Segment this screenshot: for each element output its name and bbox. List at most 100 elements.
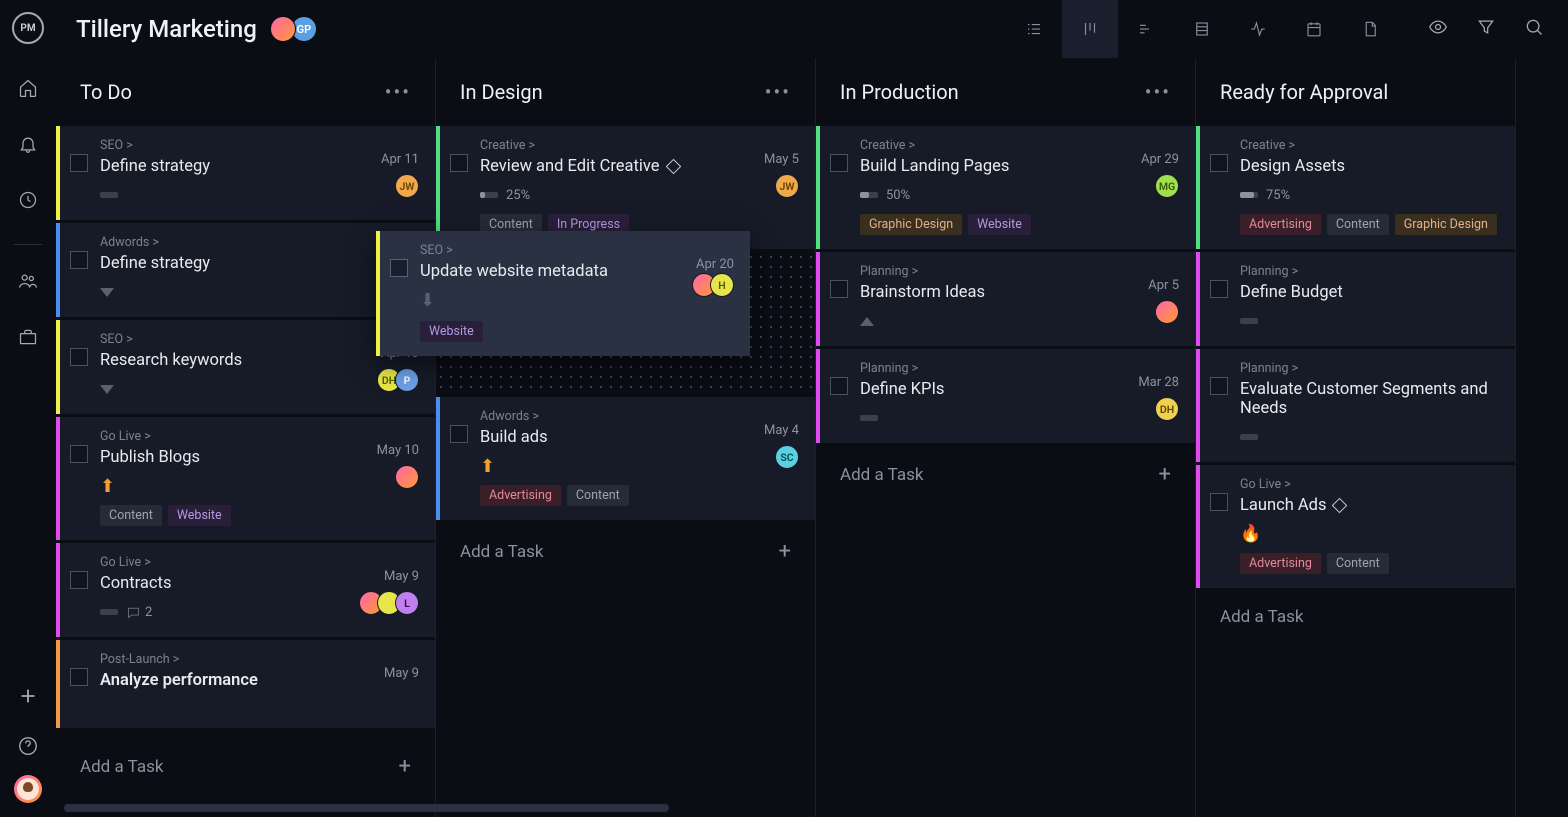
task-card[interactable]: Planning > Define Budget [1196, 252, 1515, 346]
checkbox[interactable] [450, 425, 468, 443]
card-stripe [1196, 465, 1200, 588]
card-title: Research keywords [100, 351, 419, 370]
checkbox[interactable] [390, 259, 408, 277]
assignee-avatar[interactable]: SC [775, 445, 799, 469]
help-icon[interactable] [17, 735, 39, 757]
tag[interactable]: Website [968, 214, 1031, 235]
assignee-avatar[interactable]: H [710, 273, 734, 297]
progress-bar [1240, 192, 1258, 198]
briefcase-icon[interactable] [16, 325, 40, 349]
task-card[interactable]: Go Live > Launch Ads 🔥 Advertising Conte… [1196, 465, 1515, 588]
tag[interactable]: Content [567, 485, 629, 506]
priority-urgent-icon: 🔥 [1240, 524, 1261, 544]
column-body: Creative > Build Landing Pages Apr 29 MG… [816, 126, 1195, 817]
checkbox[interactable] [450, 154, 468, 172]
tag[interactable]: Website [420, 321, 483, 342]
gantt-view-icon[interactable] [1118, 0, 1174, 58]
column-header: In Production ••• [816, 58, 1195, 126]
task-card[interactable]: Planning > Evaluate Customer Segments an… [1196, 349, 1515, 462]
add-task-label: Add a Task [1220, 607, 1303, 627]
checkbox[interactable] [830, 154, 848, 172]
card-category: Planning > [860, 361, 1179, 376]
priority-high-icon: ⬆ [480, 456, 495, 477]
checkbox[interactable] [1210, 280, 1228, 298]
dragging-card[interactable]: SEO > Update website metadata Apr 20 H ⬇… [376, 231, 750, 356]
tag[interactable]: Graphic Design [1395, 214, 1497, 235]
card-category: Planning > [860, 264, 1179, 279]
checkbox[interactable] [1210, 377, 1228, 395]
bell-icon[interactable] [16, 132, 40, 156]
assignee-avatar[interactable]: JW [395, 174, 419, 198]
add-icon[interactable] [17, 685, 39, 707]
home-icon[interactable] [16, 76, 40, 100]
checkbox[interactable] [70, 154, 88, 172]
checkbox[interactable] [70, 251, 88, 269]
column-more-icon[interactable]: ••• [765, 80, 791, 104]
checkbox[interactable] [70, 445, 88, 463]
tag[interactable]: Content [100, 505, 162, 526]
add-task-button[interactable]: Add a Task + [56, 738, 435, 795]
scrollbar-thumb[interactable] [64, 804, 669, 812]
checkbox[interactable] [1210, 154, 1228, 172]
task-card[interactable]: Planning > Define KPIs Mar 28 DH [816, 349, 1195, 443]
card-title: Build ads [480, 428, 799, 447]
list-view-icon[interactable] [1006, 0, 1062, 58]
column-title: In Production [840, 80, 959, 104]
comments-icon[interactable]: 2 [126, 605, 152, 620]
checkbox[interactable] [70, 668, 88, 686]
checkbox[interactable] [70, 348, 88, 366]
member-avatar[interactable] [270, 16, 296, 42]
tag[interactable]: Advertising [1240, 214, 1321, 235]
assignee-avatar[interactable]: DH [1155, 397, 1179, 421]
add-task-button[interactable]: Add a Task + [436, 523, 815, 580]
tag[interactable]: Advertising [1240, 553, 1321, 574]
task-card[interactable]: Creative > Design Assets 75% Advertising… [1196, 126, 1515, 249]
task-card[interactable]: Planning > Brainstorm Ideas Apr 5 [816, 252, 1195, 346]
card-title: Design Assets [1240, 157, 1499, 176]
checkbox[interactable] [830, 377, 848, 395]
board-view-icon[interactable] [1062, 0, 1118, 58]
add-task-button[interactable]: Add a Task + [816, 446, 1195, 503]
card-category: SEO > [420, 243, 734, 258]
assignee-avatar[interactable] [395, 465, 419, 489]
user-avatar[interactable] [14, 775, 42, 803]
filter-icon[interactable] [1476, 17, 1496, 41]
project-members[interactable]: GP [275, 16, 317, 42]
app-logo[interactable]: PM [12, 12, 44, 44]
tag[interactable]: Graphic Design [860, 214, 962, 235]
tag[interactable]: Content [1327, 214, 1389, 235]
table-view-icon[interactable] [1174, 0, 1230, 58]
search-icon[interactable] [1524, 17, 1544, 41]
task-card[interactable]: Creative > Build Landing Pages Apr 29 MG… [816, 126, 1195, 249]
assignee-avatar[interactable]: MG [1155, 174, 1179, 198]
progress-bar [1240, 318, 1258, 324]
assignee-avatar[interactable] [1155, 300, 1179, 324]
card-stripe [1196, 252, 1200, 346]
column-ready-for-approval: Ready for Approval Creative > Design Ass… [1196, 58, 1516, 817]
tag[interactable]: Website [168, 505, 231, 526]
tag[interactable]: Content [1327, 553, 1389, 574]
clock-icon[interactable] [16, 188, 40, 212]
task-card[interactable]: Adwords > Build ads May 4 SC ⬆ Advertisi… [436, 397, 815, 520]
checkbox[interactable] [70, 571, 88, 589]
tag[interactable]: Advertising [480, 485, 561, 506]
calendar-icon[interactable] [1286, 0, 1342, 58]
column-more-icon[interactable]: ••• [1145, 80, 1171, 104]
column-more-icon[interactable]: ••• [385, 80, 411, 104]
eye-icon[interactable] [1428, 17, 1448, 41]
file-icon[interactable] [1342, 0, 1398, 58]
milestone-icon [1332, 498, 1348, 514]
activity-icon[interactable] [1230, 0, 1286, 58]
assignee-avatar[interactable]: P [395, 368, 419, 392]
task-card[interactable]: SEO > Define strategy Apr 11 JW [56, 126, 435, 220]
assignee-avatar[interactable]: JW [775, 174, 799, 198]
checkbox[interactable] [1210, 493, 1228, 511]
people-icon[interactable] [16, 269, 40, 293]
add-task-button[interactable]: Add a Task [1196, 591, 1515, 643]
task-card[interactable]: Go Live > Contracts May 9 L 2 [56, 543, 435, 637]
checkbox[interactable] [830, 280, 848, 298]
task-card[interactable]: Post-Launch > Analyze performance May 9 [56, 640, 435, 728]
task-card[interactable]: Go Live > Publish Blogs May 10 ⬆ Content… [56, 417, 435, 540]
horizontal-scrollbar[interactable] [56, 799, 1568, 817]
assignee-avatar[interactable]: L [395, 591, 419, 615]
